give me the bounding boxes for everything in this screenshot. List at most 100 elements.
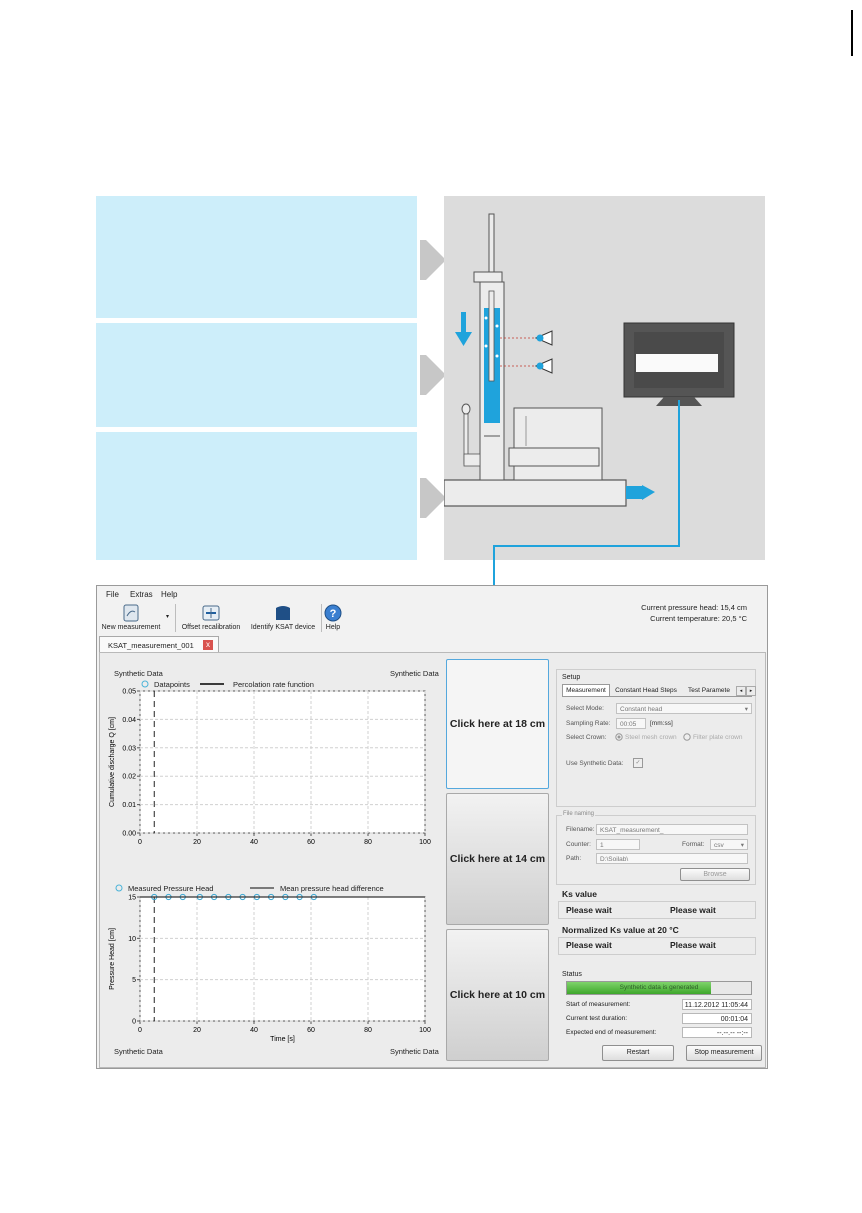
help-label: Help: [325, 624, 341, 631]
select-mode-label: Select Mode:: [566, 705, 604, 712]
toolbar: New measurement ▾ Offset recalibration I…: [97, 602, 767, 636]
click-at-18cm-label: Click here at 18 cm: [449, 718, 546, 730]
tab-constant-head-steps[interactable]: Constant Head Steps: [610, 685, 682, 696]
cumulative-discharge-chart: 0 20 40 60 80 100 0.00 0.01 0.02 0.03 0.04 0.05 Cumu…: [109, 689, 431, 847]
click-at-10cm-button[interactable]: Click here at 10 cm: [446, 929, 549, 1061]
select-crown-label: Select Crown:: [566, 734, 607, 741]
filename-input[interactable]: KSAT_measurement_: [596, 824, 748, 835]
x-tick-label: 20: [193, 839, 201, 846]
connector-line: [493, 545, 680, 547]
pressure-head-value: 15,4 cm: [720, 603, 747, 612]
help-icon: ?: [324, 604, 342, 622]
use-synthetic-checkbox[interactable]: ✓: [633, 758, 643, 768]
x-tick-label: 20: [193, 1027, 201, 1034]
new-measurement-label: New measurement: [101, 624, 161, 631]
device-illustration-panel: [443, 196, 765, 560]
click-at-14cm-label: Click here at 14 cm: [449, 853, 546, 865]
start-measurement-value: 11.12.2012 11:05:44: [682, 999, 752, 1010]
toolbar-separator: [321, 604, 322, 632]
new-measurement-button[interactable]: New measurement: [99, 602, 163, 631]
identify-ksat-device-button[interactable]: Identify KSAT device: [248, 602, 318, 631]
counter-label: Counter:: [566, 841, 591, 848]
use-synthetic-label: Use Synthetic Data:: [566, 760, 624, 767]
y-tick-label: 0: [132, 1019, 136, 1026]
instruction-box-2: [96, 323, 417, 427]
progress-text: Synthetic data is generated: [619, 984, 699, 991]
ksat-device-icon: [274, 604, 292, 622]
tab-scroll-right-icon[interactable]: ▸: [746, 686, 756, 696]
synthetic-data-label: Synthetic Data: [390, 1047, 439, 1056]
status-title: Status: [562, 971, 582, 978]
click-at-18cm-button[interactable]: Click here at 18 cm: [446, 659, 549, 789]
y-tick-label: 0.02: [122, 774, 136, 781]
x-tick-label: 60: [307, 839, 315, 846]
y-tick-label: 15: [128, 895, 136, 902]
tab-scroll-left-icon[interactable]: ◂: [736, 686, 746, 696]
temperature-value: 20,5 °C: [721, 614, 747, 623]
tab-label: KSAT_measurement_001: [108, 641, 194, 650]
stop-measurement-button[interactable]: Stop measurement: [686, 1045, 762, 1061]
legend-measured-pressure: Measured Pressure Head: [128, 884, 214, 893]
x-tick-label: 80: [364, 839, 372, 846]
svg-text:?: ?: [330, 608, 337, 620]
y-tick-label: 0.05: [122, 689, 136, 696]
menu-extras[interactable]: Extras: [130, 590, 153, 599]
identify-device-label: Identify KSAT device: [250, 624, 316, 631]
normalized-ks-result: Please wait: [670, 940, 716, 950]
expected-end-label: Expected end of measurement:: [566, 1029, 657, 1036]
chevron-down-icon: ▾: [740, 842, 744, 849]
pressure-head-status: Current pressure head: 15,4 cm: [637, 603, 747, 612]
y-axis-label: Cumulative discharge Q [cm]: [109, 717, 116, 807]
legend-mean-pressure-diff: Mean pressure head difference: [280, 884, 384, 893]
dropdown-arrow-icon[interactable]: ▾: [166, 613, 169, 620]
restart-button[interactable]: Restart: [602, 1045, 674, 1061]
format-label: Format:: [682, 841, 705, 848]
duration-value: 00:01:04: [682, 1013, 752, 1024]
duration-label: Current test duration:: [566, 1015, 628, 1022]
filename-label: Filename:: [566, 826, 595, 833]
recalibration-icon: [202, 604, 220, 622]
y-tick-label: 10: [128, 936, 136, 943]
x-tick-label: 40: [250, 1027, 258, 1034]
format-dropdown[interactable]: csv ▾: [710, 839, 748, 850]
radio-filter-plate[interactable]: [683, 733, 691, 741]
ks-value-title: Ks value: [562, 889, 597, 899]
format-value: csv: [714, 842, 724, 849]
x-tick-label: 0: [138, 839, 142, 846]
select-mode-dropdown[interactable]: Constant head ▾: [616, 703, 752, 714]
y-tick-label: 0.01: [122, 802, 136, 809]
sampling-rate-input[interactable]: 00:05: [616, 718, 646, 729]
y-tick-label: 0.03: [122, 745, 136, 752]
connector-line: [678, 400, 680, 546]
select-mode-value: Constant head: [620, 706, 663, 713]
tab-test-parameters[interactable]: Test Paramete: [684, 685, 734, 696]
y-tick-label: 0.00: [122, 831, 136, 838]
ksat-device-illustration: [443, 213, 735, 507]
radio-steel-mesh[interactable]: [615, 733, 623, 741]
x-tick-label: 100: [419, 839, 431, 846]
normalized-ks-result: Please wait: [566, 940, 612, 950]
plot-area: [139, 690, 426, 834]
offset-recalibration-label: Offset recalibration: [181, 624, 241, 631]
status-progress-bar: Synthetic data is generated: [566, 981, 752, 995]
offset-recalibration-button[interactable]: Offset recalibration: [179, 602, 243, 631]
menu-file[interactable]: File: [106, 590, 119, 599]
help-button[interactable]: ? Help: [323, 602, 343, 631]
menu-help[interactable]: Help: [161, 590, 177, 599]
ksat-software-window: File Extras Help New measurement ▾ Offse…: [96, 585, 768, 1069]
close-tab-icon[interactable]: x: [203, 640, 213, 650]
chevron-down-icon: ▾: [744, 706, 748, 713]
ks-value-result: Please wait: [670, 905, 716, 915]
sampling-rate-value: 00:05: [620, 721, 637, 728]
temperature-label: Current temperature:: [650, 614, 720, 623]
path-value: D:\Soilab\: [600, 856, 629, 863]
browse-button[interactable]: Browse: [680, 868, 750, 881]
tab-ksat-measurement[interactable]: KSAT_measurement_001 x: [99, 636, 219, 653]
pressure-head-label: Current pressure head:: [641, 603, 719, 612]
counter-stepper[interactable]: 1: [596, 839, 640, 850]
x-tick-label: 40: [250, 839, 258, 846]
measurement-content: Synthetic Data Synthetic Data Synthetic …: [99, 652, 766, 1068]
click-at-14cm-button[interactable]: Click here at 14 cm: [446, 793, 549, 925]
expected-end-value: --.--.-- --:--: [682, 1027, 752, 1038]
path-input[interactable]: D:\Soilab\: [596, 853, 748, 864]
